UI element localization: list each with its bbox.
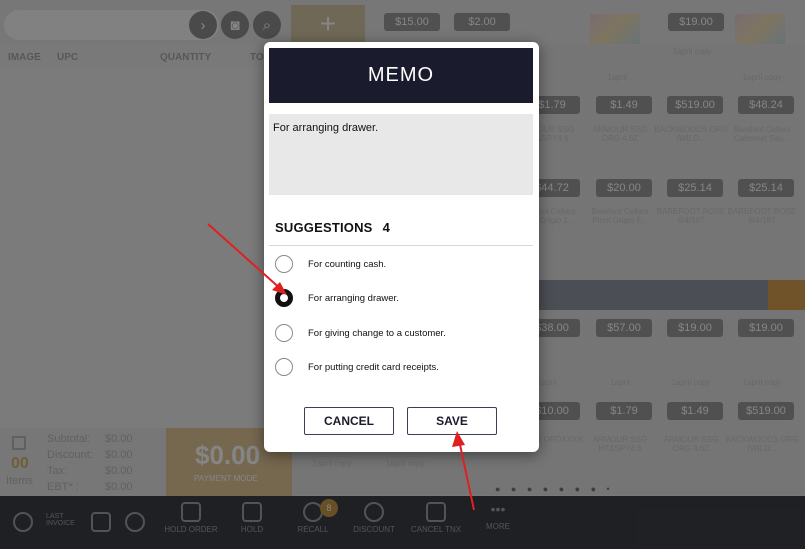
arrow-to-selected-radio: [207, 223, 287, 295]
arrow-to-save-button: [452, 431, 475, 511]
annotation-arrows: [207, 223, 475, 511]
